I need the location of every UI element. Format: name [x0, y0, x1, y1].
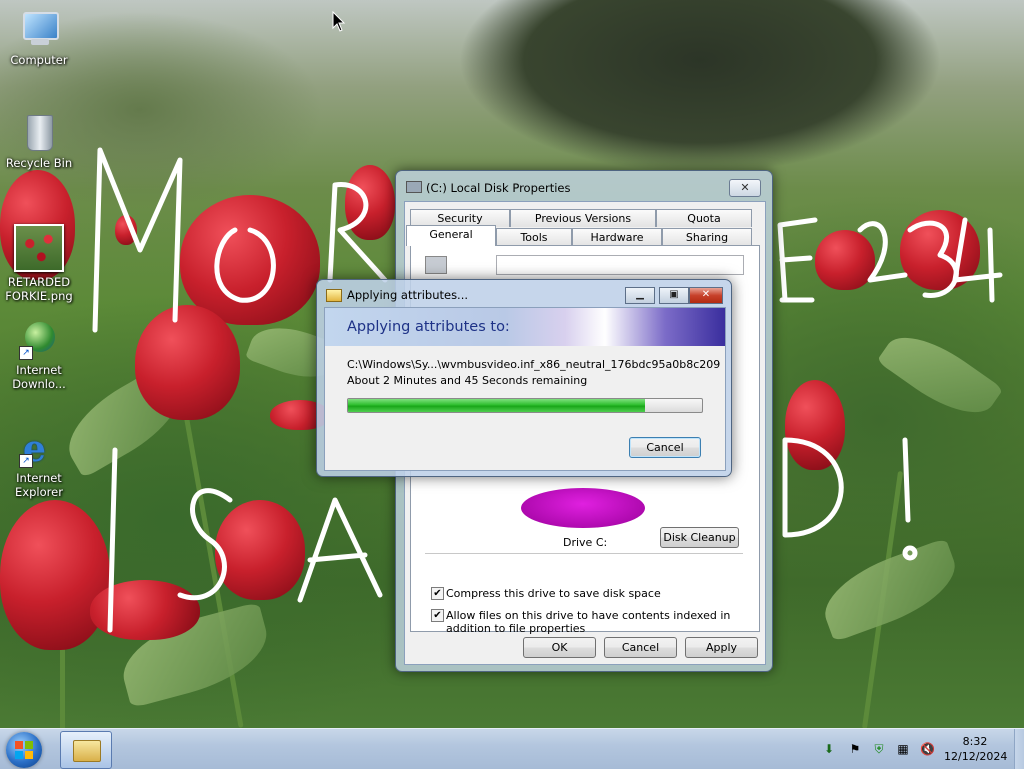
close-button[interactable]: ✕	[729, 179, 761, 197]
tray-download-icon[interactable]: ⬇	[822, 742, 836, 756]
tab-sharing[interactable]: Sharing	[662, 228, 752, 246]
clock-time: 8:32	[962, 735, 988, 748]
desktop-icon-label: RETARDED FORKIE.png	[5, 275, 73, 303]
tab-hardware[interactable]: Hardware	[572, 228, 662, 246]
cancel-button[interactable]: Cancel	[629, 437, 701, 458]
apply-button[interactable]: Apply	[685, 637, 758, 658]
drive-icon	[406, 181, 422, 193]
ok-button[interactable]: OK	[523, 637, 596, 658]
dialog-banner: Applying attributes to:	[325, 308, 725, 346]
minimize-button[interactable]: ▁	[625, 287, 655, 304]
disk-usage-pie-icon	[521, 488, 645, 528]
computer-icon	[17, 10, 61, 50]
desktop-icon-internet-download-manager[interactable]: ↗ Internet Downlo...	[1, 320, 77, 391]
volume-label-input[interactable]	[496, 255, 744, 275]
disk-cleanup-button[interactable]: Disk Cleanup	[660, 527, 739, 548]
close-button[interactable]: ✕	[689, 287, 723, 304]
image-file-icon	[14, 224, 64, 272]
desktop-icon-internet-explorer[interactable]: e ↗ Internet Explorer	[1, 428, 77, 499]
desktop-icon-recycle-bin[interactable]: Recycle Bin	[1, 113, 77, 170]
folder-icon	[73, 740, 101, 762]
compress-checkbox[interactable]: ✔	[431, 587, 444, 600]
compress-label: Compress this drive to save disk space	[446, 587, 661, 600]
tab-general[interactable]: General	[406, 225, 496, 246]
index-checkbox[interactable]: ✔	[431, 609, 444, 622]
desktop-icon-computer[interactable]: Computer	[1, 10, 77, 67]
dialog-button-area: Cancel	[325, 428, 725, 470]
dialog-client-area: Applying attributes to: C:\Windows\Sy...…	[324, 307, 726, 471]
clock-date: 12/12/2024	[944, 750, 1008, 763]
windows-logo-icon	[15, 741, 23, 749]
action-center-flag-icon[interactable]: ⚑	[848, 742, 862, 756]
maximize-button[interactable]: ▣	[659, 287, 689, 304]
progress-bar-fill	[348, 399, 646, 412]
window-title: (C:) Local Disk Properties	[426, 181, 571, 195]
shortcut-arrow-icon: ↗	[19, 346, 33, 360]
tab-quota[interactable]: Quota	[656, 209, 752, 227]
start-button[interactable]	[6, 732, 42, 768]
applying-attributes-dialog: Applying attributes... ▁ ▣ ✕ Applying at…	[316, 279, 732, 477]
mouse-pointer-icon	[332, 11, 346, 32]
folder-icon	[326, 289, 342, 302]
tab-tools[interactable]: Tools	[496, 228, 572, 246]
volume-muted-icon[interactable]: 🔇	[920, 742, 935, 756]
dialog-title: Applying attributes...	[347, 288, 469, 302]
shortcut-arrow-icon: ↗	[19, 454, 33, 468]
desktop-icon-label: Internet Downlo...	[12, 363, 66, 391]
drive-icon	[425, 256, 447, 274]
time-remaining: About 2 Minutes and 45 Seconds remaining	[347, 374, 588, 387]
progress-bar	[347, 398, 703, 413]
desktop-icon-label: Recycle Bin	[5, 156, 73, 170]
index-label: Allow files on this drive to have conten…	[446, 609, 731, 635]
separator	[425, 553, 743, 554]
security-shield-icon[interactable]: ⛨	[872, 742, 886, 756]
cancel-button[interactable]: Cancel	[604, 637, 677, 658]
internet-explorer-icon: e ↗	[17, 428, 61, 470]
taskbar-windows-explorer[interactable]	[60, 731, 112, 769]
drive-label: Drive C:	[563, 536, 608, 549]
dialog-heading: Applying attributes to:	[347, 319, 510, 335]
system-clock[interactable]: 8:32 12/12/2024	[944, 734, 1008, 764]
download-manager-icon: ↗	[17, 320, 61, 360]
recycle-bin-icon	[17, 113, 61, 153]
tab-previous-versions[interactable]: Previous Versions	[510, 209, 656, 227]
show-desktop-button[interactable]	[1014, 729, 1024, 769]
desktop-icon-image-file[interactable]: RETARDED FORKIE.png	[1, 224, 77, 303]
current-file-path: C:\Windows\Sy...\wvmbusvideo.inf_x86_neu…	[347, 358, 721, 371]
desktop-icon-label: Computer	[10, 53, 68, 67]
taskbar: ⬇ ⚑ ⛨ ▦ 🔇 8:32 12/12/2024	[0, 728, 1024, 769]
desktop-icon-label: Internet Explorer	[15, 471, 63, 499]
network-icon[interactable]: ▦	[896, 742, 910, 756]
